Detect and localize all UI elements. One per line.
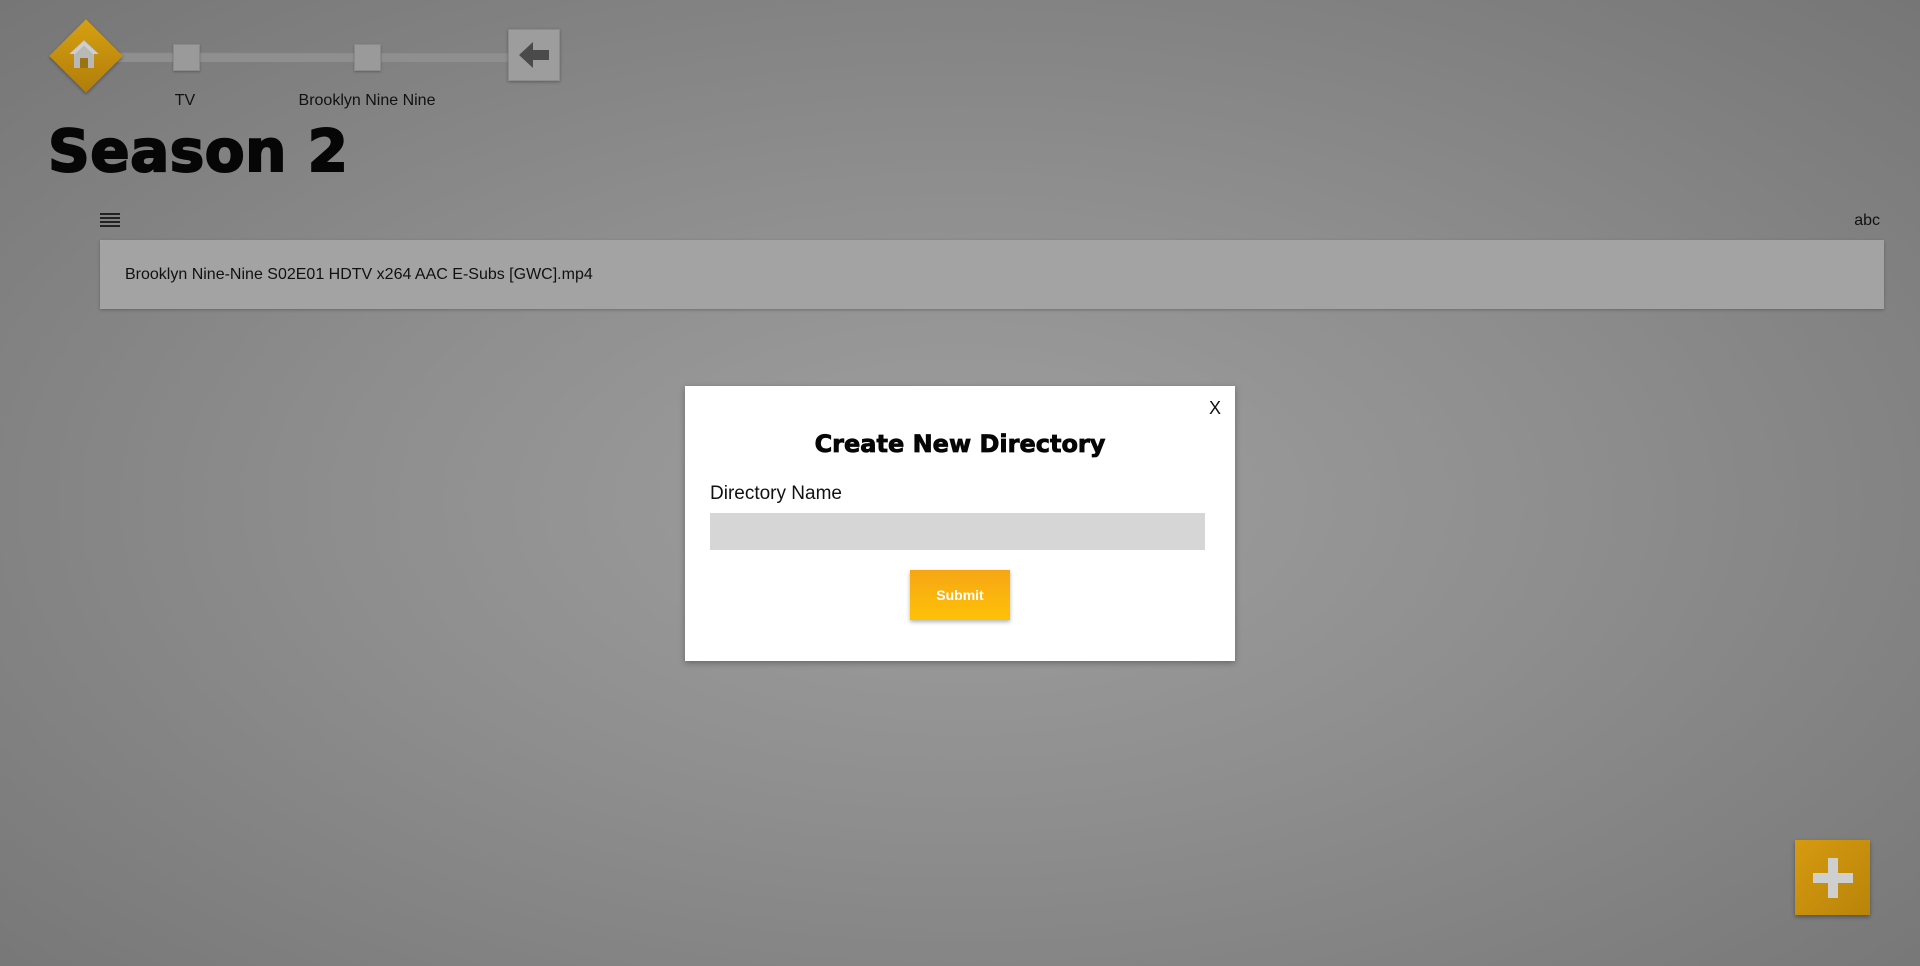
modal-title: Create New Directory [814,430,1106,459]
sort-toggle[interactable]: abc [1854,212,1880,230]
arrow-left-icon [519,42,549,68]
directory-name-label: Directory Name [710,483,842,504]
breadcrumb-item-tv[interactable]: TV [175,92,195,110]
submit-button[interactable]: Submit [910,570,1010,620]
breadcrumb-node-brooklyn-nine-nine[interactable] [354,44,381,71]
file-list-item[interactable]: Brooklyn Nine-Nine S02E01 HDTV x264 AAC … [100,240,1884,309]
plus-icon [1812,857,1853,898]
create-directory-modal: X Create New Directory Directory Name Su… [685,386,1235,661]
breadcrumb-item-brooklyn-nine-nine[interactable]: Brooklyn Nine Nine [299,92,436,110]
hamburger-menu-icon[interactable] [100,213,120,229]
breadcrumb-node-tv[interactable] [173,44,200,71]
page-title: Season 2 [47,117,349,185]
breadcrumb-track [92,52,512,62]
home-icon[interactable] [64,34,104,74]
back-button[interactable] [508,29,560,81]
add-button[interactable] [1795,840,1870,915]
directory-name-input[interactable] [710,513,1205,550]
close-button[interactable]: X [1209,398,1221,419]
file-name: Brooklyn Nine-Nine S02E01 HDTV x264 AAC … [125,265,593,283]
